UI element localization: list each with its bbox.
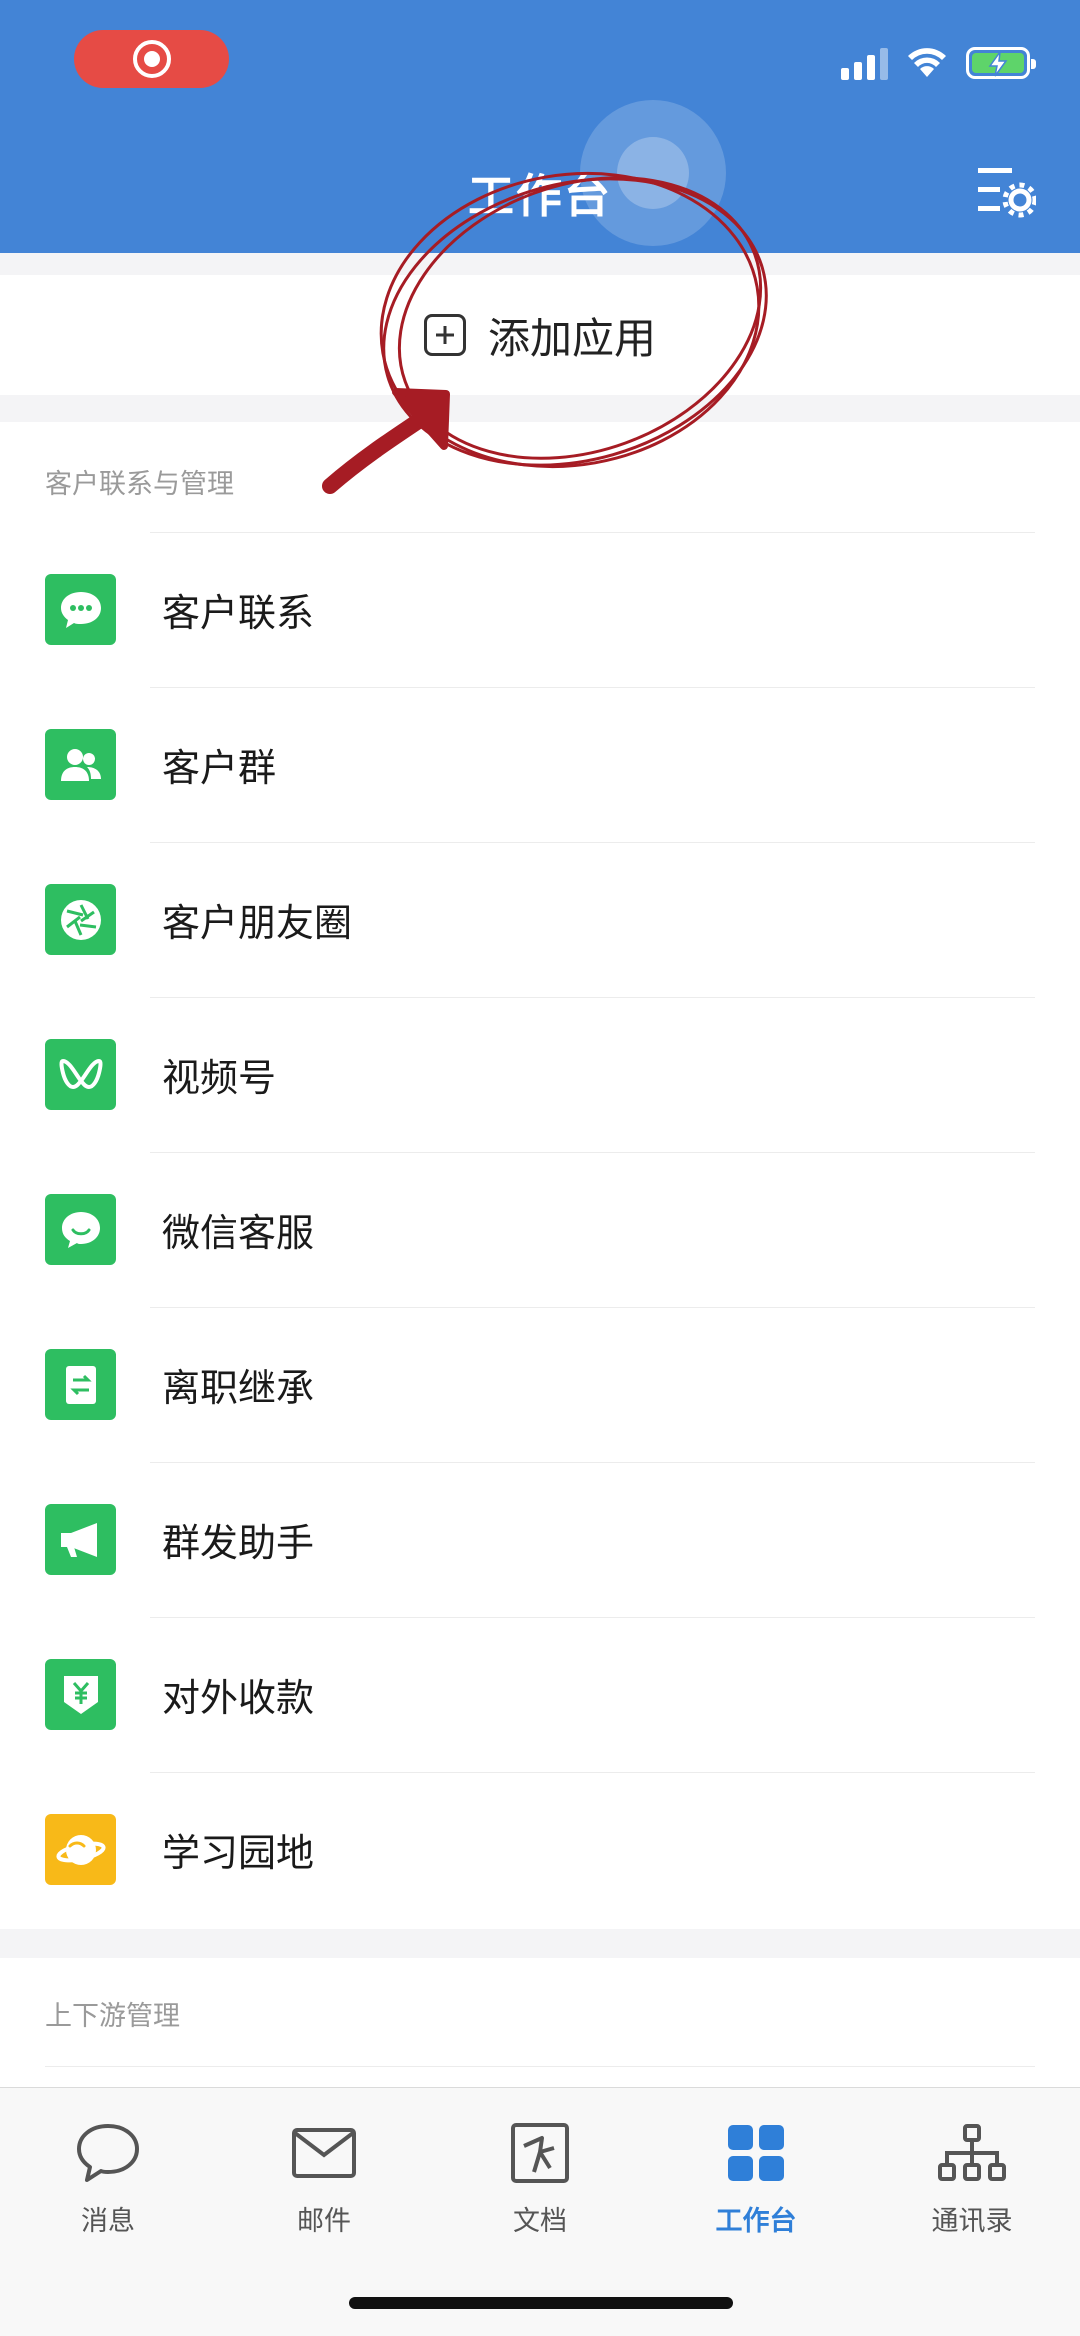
org-chart-icon: [937, 2118, 1007, 2187]
app-item-label: 微信客服: [162, 1211, 315, 1255]
app-item-label: 离职继承: [162, 1366, 315, 1410]
wifi-icon: [908, 48, 946, 77]
app-item-customer-contact[interactable]: 客户联系: [0, 532, 1080, 687]
app-item-customer-group[interactable]: 客户群: [0, 687, 1080, 842]
tab-label: 文档: [513, 2206, 567, 2237]
section-title: 上下游管理: [45, 2001, 180, 2032]
plus-square-icon: [423, 314, 466, 356]
channels-butterfly-icon: [45, 1039, 116, 1110]
app-item-learning-garden[interactable]: 学习园地: [0, 1772, 1080, 1927]
group-users-icon: [45, 729, 116, 800]
planet-icon: [45, 1814, 116, 1885]
app-item-customer-moments[interactable]: 客户朋友圈: [0, 842, 1080, 997]
section-title: 客户联系与管理: [45, 469, 234, 500]
tab-mail[interactable]: 邮件: [216, 2118, 432, 2238]
app-item-label: 视频号: [162, 1056, 277, 1100]
app-item-wechat-service[interactable]: 微信客服: [0, 1152, 1080, 1307]
app-item-label: 学习园地: [162, 1831, 315, 1875]
status-icons: [841, 46, 1036, 80]
app-list: 客户联系 客户群 客户朋友圈 视频号 微信客服 离职继承 群发助手 对外收款 学…: [0, 532, 1080, 1927]
add-app-label: 添加应用: [487, 313, 656, 363]
list-settings-icon[interactable]: [976, 162, 1036, 218]
screen-record-icon: [132, 40, 171, 78]
app-item-label: 对外收款: [162, 1676, 315, 1720]
aperture-icon: [45, 884, 116, 955]
app-item-label: 客户联系: [162, 591, 315, 635]
app-item-external-payment[interactable]: 对外收款: [0, 1617, 1080, 1772]
page-title: 工作台: [468, 169, 612, 223]
document-icon: [505, 2118, 575, 2187]
upstream-management-section: 上下游管理: [0, 1958, 1080, 2088]
header-bar: 工作台: [0, 0, 1080, 253]
tab-label: 工作台: [715, 2206, 797, 2237]
cellular-signal-icon: [841, 46, 888, 80]
service-chat-icon: [45, 1194, 116, 1265]
app-item-label: 客户朋友圈: [162, 901, 353, 945]
megaphone-icon: [45, 1504, 116, 1575]
tab-workbench[interactable]: 工作台: [648, 2118, 864, 2238]
app-item-label: 客户群: [162, 746, 277, 790]
app-item-label: 群发助手: [162, 1521, 315, 1565]
app-item-mass-send[interactable]: 群发助手: [0, 1462, 1080, 1617]
transfer-document-icon: [45, 1349, 116, 1420]
chat-bubble-icon: [45, 574, 116, 645]
tab-label: 通讯录: [931, 2206, 1013, 2237]
tab-label: 消息: [81, 2206, 135, 2237]
tab-label: 邮件: [297, 2206, 351, 2237]
tab-messages[interactable]: 消息: [0, 2118, 216, 2238]
message-icon: [73, 2118, 143, 2187]
home-indicator: [349, 2297, 733, 2309]
customer-management-section: 客户联系与管理 客户联系 客户群 客户朋友圈 视频号 微信客服 离职继承 群发助…: [0, 422, 1080, 1929]
add-app-button[interactable]: 添加应用: [0, 275, 1080, 395]
battery-charging-icon: [966, 47, 1036, 79]
mail-icon: [289, 2118, 359, 2187]
tab-contacts[interactable]: 通讯录: [864, 2118, 1080, 2238]
yuan-shield-icon: [45, 1659, 116, 1730]
workbench-grid-icon: [721, 2118, 791, 2187]
app-item-channels[interactable]: 视频号: [0, 997, 1080, 1152]
tab-docs[interactable]: 文档: [432, 2118, 648, 2238]
app-item-resignation-inherit[interactable]: 离职继承: [0, 1307, 1080, 1462]
screen-record-indicator[interactable]: [74, 30, 229, 88]
